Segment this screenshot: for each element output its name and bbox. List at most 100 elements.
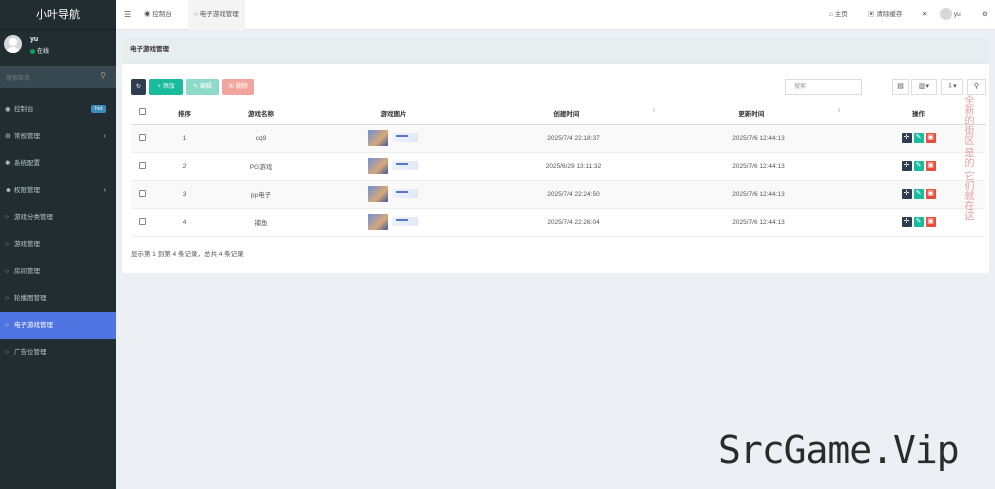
user-status: 在线 bbox=[30, 46, 49, 55]
edit-button[interactable]: ✎ 编辑 bbox=[186, 79, 219, 95]
row-checkbox[interactable] bbox=[131, 124, 153, 153]
dashboard-icon: ◉ bbox=[144, 11, 151, 18]
cell-updated: 2025/7/6 12:44:13 bbox=[666, 124, 851, 153]
sidebar-item-label: 游戏管理 bbox=[14, 241, 40, 248]
brand-watermark: SrcGame.Vip bbox=[718, 428, 960, 472]
plus-icon: + bbox=[157, 84, 161, 90]
cell-image[interactable] bbox=[306, 124, 481, 153]
columns-icon[interactable]: ▥▾ bbox=[911, 79, 937, 95]
game-thumbnail[interactable] bbox=[367, 158, 420, 174]
delete-button[interactable]: ▣ 删除 bbox=[222, 79, 254, 95]
chevron-left-icon: ‹ bbox=[103, 133, 106, 140]
col-name[interactable]: 游戏名称 bbox=[216, 102, 306, 125]
cell-updated: 2025/7/6 12:44:13 bbox=[666, 208, 851, 237]
search-icon[interactable]: ⚲ bbox=[100, 71, 106, 80]
delete-icon[interactable]: ▣ bbox=[925, 217, 936, 227]
sidebar-item-label: 房间管理 bbox=[14, 268, 40, 275]
sidebar-search-input[interactable]: 搜索菜单 ⚲ bbox=[0, 66, 116, 88]
delete-icon[interactable]: ▣ bbox=[925, 161, 936, 171]
col-created[interactable]: 创建时间 ⇕ bbox=[481, 102, 666, 125]
table-row[interactable]: 4 捕鱼 2025/7/4 22:26:04 2025/7/6 12:44:13 ✛ ✎ ▣ bbox=[131, 208, 986, 237]
tab-dashboard[interactable]: ◉ 控制台 bbox=[138, 0, 178, 30]
edit-icon[interactable]: ✎ bbox=[913, 133, 924, 143]
table-row[interactable]: 2 PG游戏 2025/6/29 13:11:32 2025/7/6 12:44:13… bbox=[131, 152, 986, 181]
game-thumbnail[interactable] bbox=[367, 130, 420, 146]
sidebar-item-label: 游戏分类管理 bbox=[14, 214, 53, 221]
sidebar-item-5[interactable]: ○ 游戏管理 bbox=[0, 231, 116, 258]
refresh-button[interactable]: ↻ bbox=[131, 79, 146, 95]
edit-icon[interactable]: ✎ bbox=[913, 189, 924, 199]
app-logo[interactable]: 小叶导航 bbox=[0, 0, 116, 30]
game-thumbnail[interactable] bbox=[367, 214, 420, 230]
sidebar-item-4[interactable]: ○ 游戏分类管理 bbox=[0, 204, 116, 231]
vertical-watermark: 全新的街区 是的 它们就在这 bbox=[962, 95, 973, 221]
avatar bbox=[4, 35, 22, 53]
col-sort[interactable]: 排序 bbox=[153, 102, 216, 125]
top-navbar: ☰ ◉ 控制台 ○ 电子游戏管理 ⌂ 主页 ▣ 清除缓存 ✕ yu ⚙ bbox=[116, 0, 995, 30]
group-icon: ☻ bbox=[5, 187, 12, 194]
trash-icon: ▣ bbox=[868, 11, 875, 18]
toggle-view-icon[interactable]: ▤ bbox=[892, 79, 909, 95]
menu-toggle-icon[interactable]: ☰ bbox=[124, 10, 131, 19]
game-thumbnail[interactable] bbox=[367, 186, 420, 202]
sidebar-item-label: 常规管理 bbox=[14, 133, 40, 140]
home-link[interactable]: ⌂ 主页 bbox=[829, 0, 848, 30]
sidebar-item-7[interactable]: ○ 轮播图管理 bbox=[0, 285, 116, 312]
cell-updated: 2025/7/6 12:44:13 bbox=[666, 180, 851, 209]
delete-icon[interactable]: ▣ bbox=[925, 189, 936, 199]
circle-icon: ○ bbox=[5, 214, 9, 221]
cell-name: cq9 bbox=[216, 124, 306, 153]
row-checkbox[interactable] bbox=[131, 152, 153, 181]
settings-gear-icon[interactable]: ⚙ bbox=[982, 0, 988, 30]
row-checkbox[interactable] bbox=[131, 208, 153, 237]
sidebar-item-3[interactable]: ☻ 权限管理 ‹ bbox=[0, 177, 116, 204]
pagination-info: 显示第 1 到第 4 条记录，总共 4 条记录 bbox=[131, 251, 244, 258]
circle-icon: ○ bbox=[5, 322, 9, 329]
cell-image[interactable] bbox=[306, 152, 481, 181]
cell-image[interactable] bbox=[306, 180, 481, 209]
drag-icon[interactable]: ✛ bbox=[901, 133, 912, 143]
table-header-row: 排序 游戏名称 游戏图片 创建时间 ⇕ 更新时间 ⇕ 操作 bbox=[131, 102, 986, 125]
clear-cache-button[interactable]: ▣ 清除缓存 bbox=[868, 0, 902, 30]
sidebar-search-placeholder: 搜索菜单 bbox=[6, 76, 31, 82]
select-all-checkbox[interactable] bbox=[131, 102, 153, 125]
cell-created: 2025/7/4 22:18:37 bbox=[481, 124, 666, 153]
cell-sort: 1 bbox=[153, 124, 216, 153]
drag-icon[interactable]: ✛ bbox=[901, 161, 912, 171]
hot-badge: hot bbox=[91, 105, 106, 113]
panel-title: 电子游戏管理 bbox=[122, 38, 989, 64]
online-dot-icon bbox=[30, 48, 35, 54]
search-icon[interactable]: ⚲ bbox=[967, 79, 986, 95]
table-search-input[interactable]: 搜索 bbox=[785, 79, 862, 95]
table-row[interactable]: 1 cq9 2025/7/4 22:18:37 2025/7/6 12:44:13 ✛ ✎… bbox=[131, 124, 986, 153]
cell-updated: 2025/7/6 12:44:13 bbox=[666, 152, 851, 181]
sidebar-item-2[interactable]: ✱ 系统配置 bbox=[0, 150, 116, 177]
edit-icon[interactable]: ✎ bbox=[913, 161, 924, 171]
sort-icon[interactable]: ⇕ bbox=[652, 108, 656, 114]
sidebar-item-8[interactable]: ○ 电子游戏管理 bbox=[0, 312, 116, 339]
pencil-icon: ✎ bbox=[193, 84, 199, 90]
edit-icon[interactable]: ✎ bbox=[913, 217, 924, 227]
row-checkbox[interactable] bbox=[131, 180, 153, 209]
fullscreen-icon[interactable]: ✕ bbox=[922, 0, 927, 30]
drag-icon[interactable]: ✛ bbox=[901, 217, 912, 227]
trash-icon: ▣ bbox=[228, 84, 235, 90]
export-icon[interactable]: ⇩▾ bbox=[941, 79, 963, 95]
add-button[interactable]: + 添加 bbox=[149, 79, 183, 95]
cell-created: 2025/6/29 13:11:32 bbox=[481, 152, 666, 181]
sidebar-item-9[interactable]: ○ 广告位管理 bbox=[0, 339, 116, 366]
table-row[interactable]: 3 pp电子 2025/7/4 22:24:50 2025/7/6 12:44:13 ✛… bbox=[131, 180, 986, 209]
sidebar-item-label: 轮播图管理 bbox=[14, 295, 47, 302]
drag-icon[interactable]: ✛ bbox=[901, 189, 912, 199]
sort-icon[interactable]: ⇕ bbox=[837, 108, 841, 114]
cell-image[interactable] bbox=[306, 208, 481, 237]
col-updated[interactable]: 更新时间 ⇕ bbox=[666, 102, 851, 125]
sidebar-item-6[interactable]: ○ 房间管理 bbox=[0, 258, 116, 285]
tab-electronic-games[interactable]: ○ 电子游戏管理 bbox=[188, 0, 245, 30]
content-panel: 电子游戏管理 ↻ + 添加 ✎ 编辑 ▣ 删除 搜索 ▤ ▥▾ ⇩▾ ⚲ 排序 … bbox=[122, 38, 989, 273]
sidebar-item-label: 电子游戏管理 bbox=[14, 322, 53, 329]
user-menu[interactable]: yu bbox=[940, 0, 961, 30]
sidebar-item-1[interactable]: ⚙ 常规管理 ‹ bbox=[0, 123, 116, 150]
sidebar-item-0[interactable]: ◉ 控制台 hot bbox=[0, 96, 116, 123]
delete-icon[interactable]: ▣ bbox=[925, 133, 936, 143]
